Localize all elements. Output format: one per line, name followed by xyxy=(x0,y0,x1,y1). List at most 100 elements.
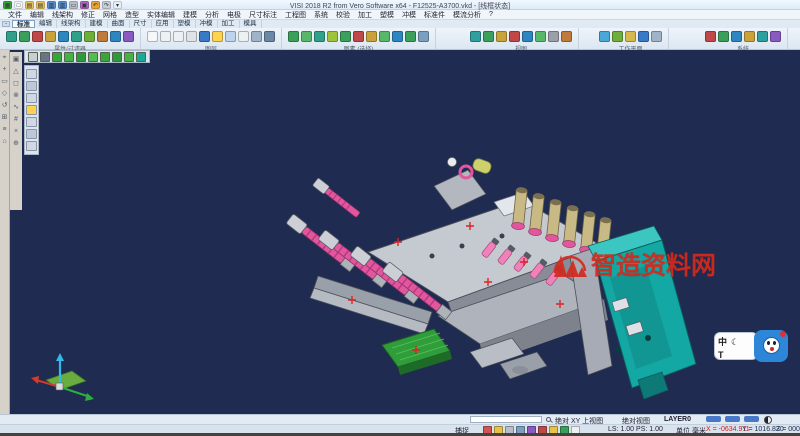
select-face-icon[interactable] xyxy=(327,31,338,42)
select-all-icon[interactable] xyxy=(288,31,299,42)
filter-solid-icon[interactable] xyxy=(71,31,82,42)
view-wireframe-icon[interactable] xyxy=(483,31,494,42)
select-chain-icon[interactable] xyxy=(314,31,325,42)
deselect-icon[interactable] xyxy=(353,31,364,42)
rotate-tool-icon[interactable]: ↺ xyxy=(0,101,9,110)
view-redraw-icon[interactable] xyxy=(509,31,520,42)
select-body-icon[interactable] xyxy=(340,31,351,42)
back-view-icon[interactable] xyxy=(100,52,110,62)
toolbar-tab[interactable]: 线架构 xyxy=(57,20,86,28)
active-layer-label[interactable]: LAYER0 xyxy=(664,416,691,423)
view-zoom-icon[interactable] xyxy=(496,31,507,42)
toolbar-tab[interactable]: 编辑 xyxy=(35,20,57,28)
select-type-icon[interactable] xyxy=(392,31,403,42)
doc-hidden-icon[interactable] xyxy=(26,117,37,127)
workplane-new-icon[interactable] xyxy=(599,31,610,42)
menu-item[interactable]: 造型 xyxy=(121,10,143,20)
contrast-toggle-icon[interactable] xyxy=(764,416,772,424)
doc-render-icon[interactable] xyxy=(26,141,37,151)
workplane-reset-icon[interactable] xyxy=(638,31,649,42)
shade-mode-icon[interactable] xyxy=(40,52,50,62)
doc-wireframe-icon[interactable] xyxy=(26,69,37,79)
select-filter-icon[interactable] xyxy=(418,31,429,42)
system-window-icon[interactable] xyxy=(718,31,729,42)
system-settings-icon[interactable] xyxy=(705,31,716,42)
attribute-line-icon[interactable] xyxy=(19,31,30,42)
view-rotate-icon[interactable] xyxy=(535,31,546,42)
view-pan-icon[interactable] xyxy=(522,31,533,42)
grid-tool-icon[interactable]: ⊞ xyxy=(0,113,9,122)
doc-solid-icon[interactable] xyxy=(26,93,37,103)
layer-off-icon[interactable] xyxy=(173,31,184,42)
system-database-icon[interactable] xyxy=(731,31,742,42)
system-macro-icon[interactable] xyxy=(770,31,781,42)
dynamic-view-icon[interactable] xyxy=(136,52,146,62)
filter-type-icon[interactable] xyxy=(58,31,69,42)
box-tool-icon[interactable]: ◻ xyxy=(12,79,21,88)
doc-active-icon[interactable] xyxy=(26,105,37,115)
menu-item[interactable]: 系统 xyxy=(310,10,332,20)
layer-new-icon[interactable] xyxy=(147,31,158,42)
ime-status-panel[interactable]: 中☾ T xyxy=(714,332,758,360)
close-tool-icon[interactable]: × xyxy=(12,127,21,136)
right-view-icon[interactable] xyxy=(88,52,98,62)
menu-item[interactable]: 修正 xyxy=(77,10,99,20)
doc-section-icon[interactable] xyxy=(26,129,37,139)
menu-item[interactable]: ? xyxy=(485,11,497,18)
layer-isolate-icon[interactable] xyxy=(186,31,197,42)
toolbar-tab[interactable]: 冲模 xyxy=(196,20,218,28)
menu-item[interactable]: 塑模 xyxy=(376,10,398,20)
iso-view-icon[interactable] xyxy=(52,52,62,62)
ime-fullhalf-icon[interactable]: ☾ xyxy=(731,337,739,347)
toolbar-tab[interactable]: 加工 xyxy=(218,20,240,28)
viewport-3d[interactable] xyxy=(10,50,800,414)
menu-item[interactable]: 文件 xyxy=(4,10,26,20)
menu-item[interactable]: 模流分析 xyxy=(449,10,485,20)
menu-item[interactable]: 建模 xyxy=(179,10,201,20)
workplane-list-icon[interactable] xyxy=(651,31,662,42)
toolbar-tab[interactable]: 塑模 xyxy=(174,20,196,28)
menu-item[interactable]: 加工 xyxy=(354,10,376,20)
menu-item[interactable]: 线架构 xyxy=(48,10,77,20)
filter-all-icon[interactable] xyxy=(123,31,134,42)
rect-tool-icon[interactable]: ▭ xyxy=(0,77,9,86)
filter-layer-icon[interactable] xyxy=(45,31,56,42)
filter-wire-icon[interactable] xyxy=(97,31,108,42)
view-previous-icon[interactable] xyxy=(548,31,559,42)
system-globe-icon[interactable] xyxy=(757,31,768,42)
trim-tool-icon[interactable]: + xyxy=(0,65,9,74)
menu-item[interactable]: 编辑 xyxy=(26,10,48,20)
toolbar-tab[interactable]: 模具 xyxy=(240,20,262,28)
filter-surface-icon[interactable] xyxy=(84,31,95,42)
toolbar-tab[interactable]: 尺寸 xyxy=(130,20,152,28)
home-tool-icon[interactable]: ⌂ xyxy=(0,137,9,146)
front-view-icon[interactable] xyxy=(76,52,86,62)
menu-item[interactable]: 网格 xyxy=(99,10,121,20)
toolbar-tab[interactable]: 曲面 xyxy=(108,20,130,28)
ime-mode-indicator[interactable]: 中 xyxy=(718,337,727,347)
select-color-icon[interactable] xyxy=(366,31,377,42)
filter-point-icon[interactable] xyxy=(110,31,121,42)
top-view-icon[interactable] xyxy=(64,52,74,62)
menu-item[interactable]: 分析 xyxy=(201,10,223,20)
layer-freeze-icon[interactable] xyxy=(251,31,262,42)
menu-item[interactable]: 实体编辑 xyxy=(143,10,179,20)
layer-current-icon[interactable] xyxy=(212,31,223,42)
curve-tool-icon[interactable]: ∿ xyxy=(12,103,21,112)
toolbar-tab[interactable]: 建模 xyxy=(86,20,108,28)
left-view-icon[interactable] xyxy=(112,52,122,62)
toolbar-tab[interactable]: 应用 xyxy=(152,20,174,28)
list-tool-icon[interactable]: ≡ xyxy=(0,125,9,134)
view-fill-icon[interactable] xyxy=(561,31,572,42)
tabstrip-minimize-button[interactable]: - xyxy=(2,21,10,27)
ime-toolbar[interactable]: 中☾ T xyxy=(714,330,788,364)
delete-tool-icon[interactable]: ⊗ xyxy=(12,91,21,100)
layer-copy-icon[interactable] xyxy=(238,31,249,42)
menu-item[interactable]: 电极 xyxy=(223,10,245,20)
fill-tool-icon[interactable]: ▣ xyxy=(12,55,21,64)
menu-item[interactable]: 标准件 xyxy=(420,10,449,20)
menu-item[interactable]: 校验 xyxy=(332,10,354,20)
diamond-tool-icon[interactable]: ◇ xyxy=(0,89,9,98)
select-layer-icon[interactable] xyxy=(379,31,390,42)
doc-surface-icon[interactable] xyxy=(26,81,37,91)
